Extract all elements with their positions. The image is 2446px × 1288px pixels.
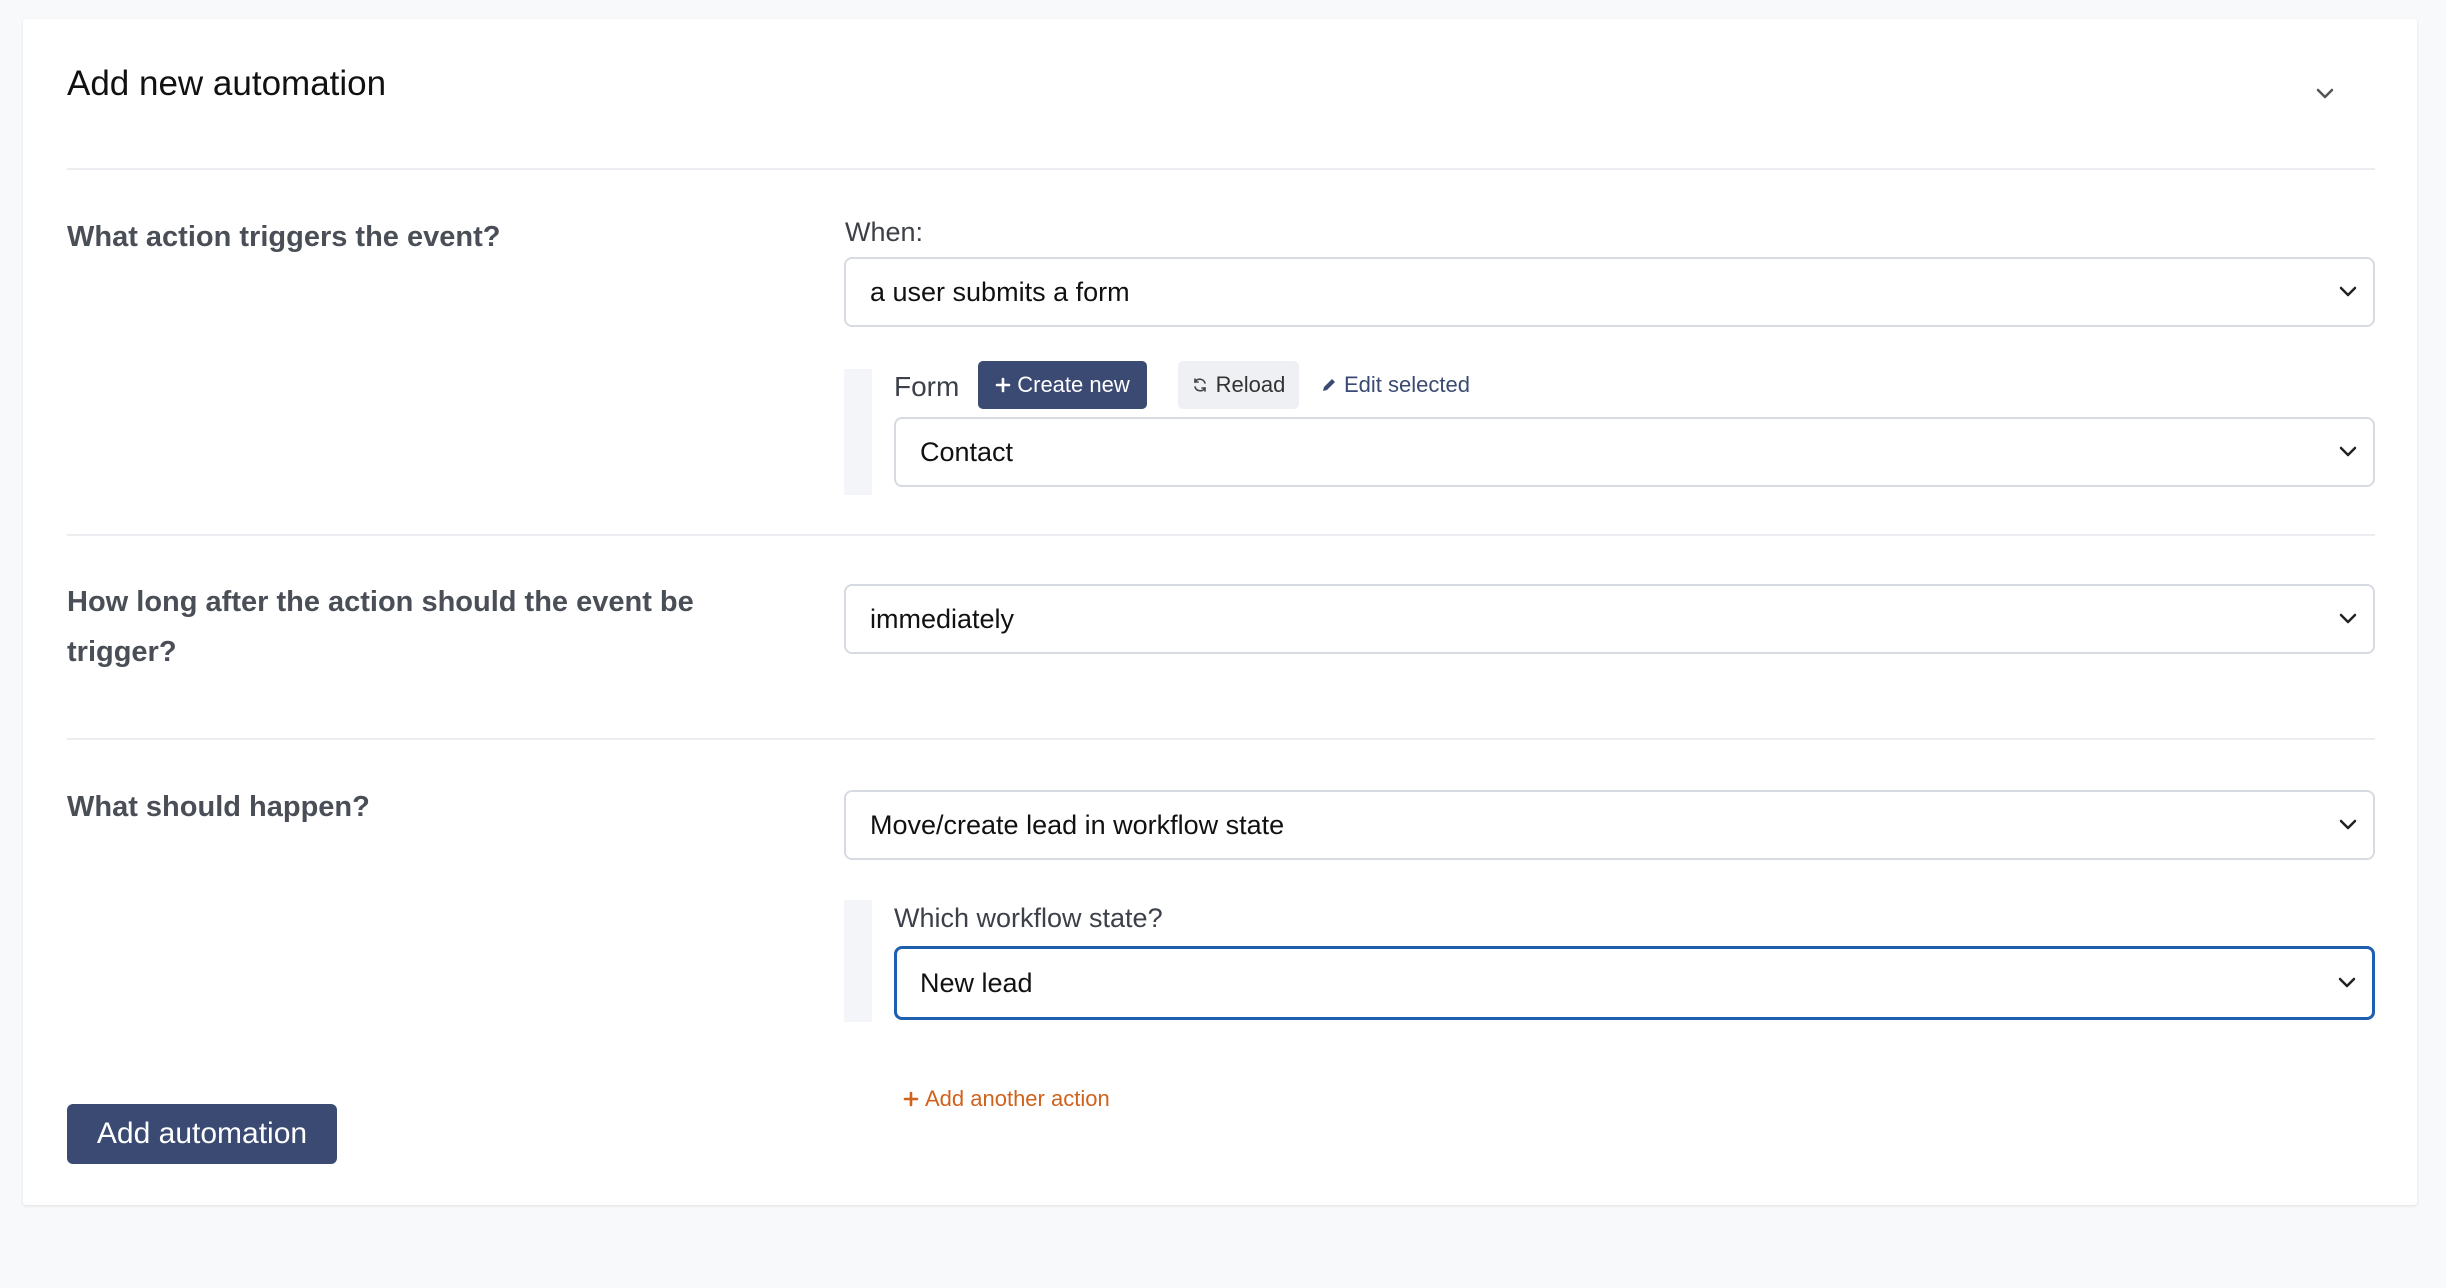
card-title: Add new automation bbox=[67, 64, 387, 103]
create-new-button[interactable]: Create new bbox=[978, 361, 1147, 409]
chevron-down-icon bbox=[2338, 977, 2356, 988]
pencil-icon bbox=[1323, 379, 1335, 391]
add-another-action-label: Add another action bbox=[925, 1086, 1110, 1111]
trigger-select[interactable]: a user submits a form bbox=[844, 257, 2375, 327]
trigger-select-value: a user submits a form bbox=[870, 276, 1130, 307]
section-divider bbox=[67, 534, 2375, 536]
chevron-down-icon bbox=[2316, 88, 2334, 99]
delay-select-value: immediately bbox=[870, 603, 1015, 634]
plus-icon bbox=[995, 377, 1011, 393]
workflow-state-select[interactable]: New lead bbox=[894, 946, 2375, 1020]
reload-icon bbox=[1193, 378, 1206, 392]
chevron-down-icon bbox=[2339, 286, 2357, 297]
section-divider bbox=[67, 738, 2375, 740]
indent-bar bbox=[844, 900, 872, 1022]
form-label: Form bbox=[894, 371, 960, 402]
add-another-action-button[interactable]: Add another action bbox=[903, 1082, 1110, 1116]
trigger-question: What action triggers the event? bbox=[67, 221, 501, 253]
automation-card: Add new automation What action triggers … bbox=[23, 19, 2417, 1205]
create-new-label: Create new bbox=[1017, 372, 1130, 397]
form-select-value: Contact bbox=[920, 436, 1014, 467]
add-automation-button[interactable]: Add automation bbox=[67, 1104, 337, 1164]
action-select[interactable]: Move/create lead in workflow state bbox=[844, 790, 2375, 860]
delay-question: How long after the action should the eve… bbox=[67, 586, 694, 668]
reload-button[interactable]: Reload bbox=[1178, 361, 1299, 409]
edit-selected-button[interactable]: Edit selected bbox=[1320, 361, 1470, 409]
action-select-value: Move/create lead in workflow state bbox=[870, 809, 1285, 840]
plus-icon bbox=[903, 1091, 919, 1107]
reload-label: Reload bbox=[1215, 372, 1286, 397]
edit-selected-label: Edit selected bbox=[1344, 372, 1470, 397]
delay-select[interactable]: immediately bbox=[844, 584, 2375, 654]
section-divider bbox=[67, 168, 2375, 170]
action-question: What should happen? bbox=[67, 791, 370, 823]
when-label: When: bbox=[845, 217, 924, 247]
indent-bar bbox=[844, 369, 872, 495]
workflow-state-label: Which workflow state? bbox=[894, 903, 1163, 933]
chevron-down-icon bbox=[2339, 446, 2357, 457]
form-select[interactable]: Contact bbox=[894, 417, 2375, 487]
chevron-down-icon bbox=[2339, 613, 2357, 624]
chevron-down-icon bbox=[2339, 819, 2357, 830]
collapse-button[interactable] bbox=[2308, 77, 2342, 111]
workflow-state-value: New lead bbox=[920, 967, 1033, 998]
